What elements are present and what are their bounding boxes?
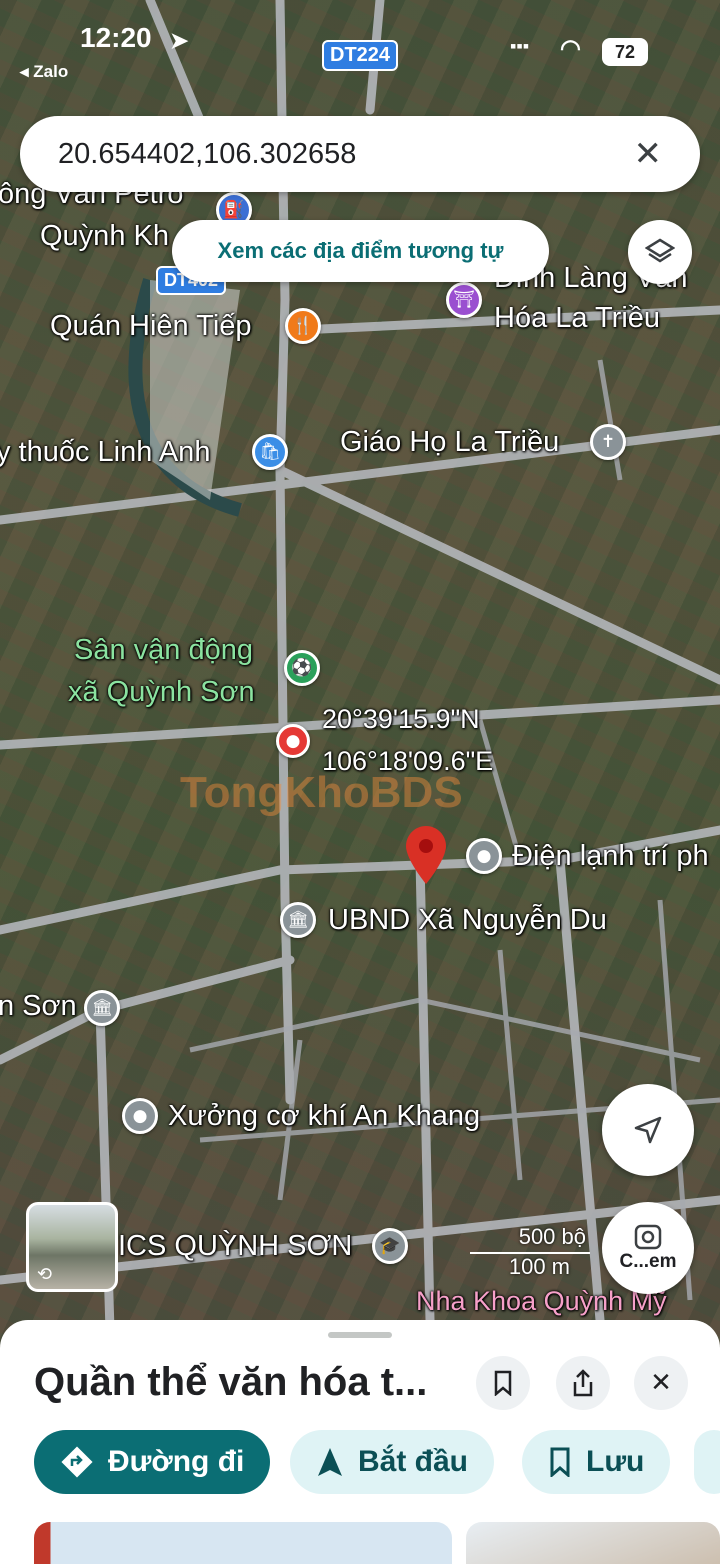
start-label: Bắt đầu	[358, 1445, 469, 1478]
sheet-drag-handle[interactable]	[328, 1332, 392, 1338]
church-icon[interactable]: ✝	[590, 424, 626, 460]
pharmacy-icon[interactable]: 🛍	[252, 434, 288, 470]
scale-feet: 500 bộ	[518, 1224, 586, 1249]
stadium-icon[interactable]: ⚽	[284, 650, 320, 686]
generic-place-icon-2[interactable]: ●	[122, 1098, 158, 1134]
poi-stadium-label-2[interactable]: xã Quỳnh Sơn	[68, 676, 255, 709]
road-badge-dt224: DT224	[322, 40, 399, 71]
street-view-rotate-icon: ⟲	[37, 1264, 53, 1285]
search-query[interactable]: 20.654402,106.302658	[58, 138, 634, 171]
temple-icon[interactable]: ⛩	[446, 282, 482, 318]
search-bar[interactable]: 20.654402,106.302658 ✕	[20, 116, 700, 192]
government-building-icon-2[interactable]: 🏛	[84, 990, 120, 1026]
save-button[interactable]: Lưu	[522, 1430, 671, 1494]
poi-pharmacy-label[interactable]: y thuốc Linh Anh	[0, 436, 210, 469]
directions-label: Đường đi	[108, 1445, 245, 1478]
navigation-arrow-icon	[634, 1116, 662, 1144]
more-actions-chip[interactable]	[694, 1430, 720, 1494]
poi-son-label[interactable]: n Sơn	[0, 990, 77, 1023]
poi-school-label[interactable]: ICS QUỲNH SƠN	[118, 1230, 352, 1263]
layers-button[interactable]	[628, 220, 692, 284]
map-scale: 500 bộ 100 m	[470, 1224, 600, 1284]
poi-quan-hien-tiep-label[interactable]: Quán Hiên Tiếp	[50, 310, 252, 343]
restaurant-icon[interactable]: 🍴	[285, 308, 321, 344]
directions-icon	[61, 1446, 93, 1478]
close-icon[interactable]: ✕	[634, 134, 663, 174]
bookmark-icon	[494, 1370, 512, 1396]
bookmark-icon	[550, 1447, 570, 1477]
location-arrow-icon: ➤	[170, 28, 189, 53]
directions-button[interactable]: Đường đi	[34, 1430, 271, 1494]
poi-nha-khoa-label[interactable]: Nha Khoa Quỳnh Mỹ	[416, 1286, 667, 1317]
visual-search-button[interactable]: C...em	[602, 1202, 694, 1294]
poi-giao-ho-label[interactable]: Giáo Họ La Triều	[340, 426, 559, 459]
visual-search-icon	[634, 1224, 662, 1250]
poi-ubnd-label[interactable]: UBND Xã Nguyễn Du	[328, 904, 607, 937]
dropped-pin-latitude: 20°39'15.9"N	[322, 704, 480, 734]
save-place-button[interactable]	[476, 1356, 530, 1410]
generic-place-icon[interactable]: ●	[466, 838, 502, 874]
selected-location-pin-icon[interactable]	[406, 826, 446, 884]
wifi-icon: ◠	[560, 35, 581, 62]
watermark: TongKhoBDS	[180, 768, 463, 817]
cellular-signal-icon: ▪▪▪	[510, 36, 530, 56]
place-bottom-sheet[interactable]: Quần thể văn hóa t... ✕ Đường đi Bắt đầu…	[0, 1320, 720, 1564]
share-button[interactable]	[556, 1356, 610, 1410]
my-location-button[interactable]	[602, 1084, 694, 1176]
navigation-arrow-icon	[318, 1448, 342, 1476]
similar-places-chip[interactable]: Xem các địa điểm tương tự	[172, 220, 549, 282]
school-icon[interactable]: 🎓	[372, 1228, 408, 1264]
government-building-icon[interactable]: 🏛	[280, 902, 316, 938]
poi-dinh-lang-label-2[interactable]: Hóa La Triều	[494, 302, 660, 335]
scale-meters: 100 m	[508, 1254, 570, 1279]
place-photo-1[interactable]	[34, 1522, 452, 1564]
poi-dien-lanh-label[interactable]: Điện lạnh trí ph	[512, 840, 709, 873]
poi-xuong-label[interactable]: Xưởng cơ khí An Khang	[168, 1100, 480, 1133]
place-title: Quần thể văn hóa t...	[34, 1360, 428, 1404]
start-navigation-button[interactable]: Bắt đầu	[290, 1430, 495, 1494]
back-to-app[interactable]: ◂ Zalo	[20, 62, 68, 82]
layers-icon	[645, 238, 675, 263]
status-time: 12:20	[80, 22, 152, 53]
share-icon	[573, 1369, 593, 1397]
visual-search-label: C...em	[619, 1251, 677, 1272]
poi-stadium-label[interactable]: Sân vận động	[74, 634, 253, 667]
poi-petro-label-2[interactable]: Quỳnh Kh	[40, 220, 169, 253]
battery-indicator: 72	[602, 38, 648, 66]
street-view-thumbnail[interactable]: ⟲	[26, 1202, 118, 1292]
place-photo-2[interactable]	[466, 1522, 720, 1564]
close-sheet-button[interactable]: ✕	[634, 1356, 688, 1410]
close-icon: ✕	[650, 1368, 672, 1398]
dropped-pin-small-icon[interactable]: ●	[276, 724, 310, 758]
save-label: Lưu	[586, 1445, 645, 1478]
